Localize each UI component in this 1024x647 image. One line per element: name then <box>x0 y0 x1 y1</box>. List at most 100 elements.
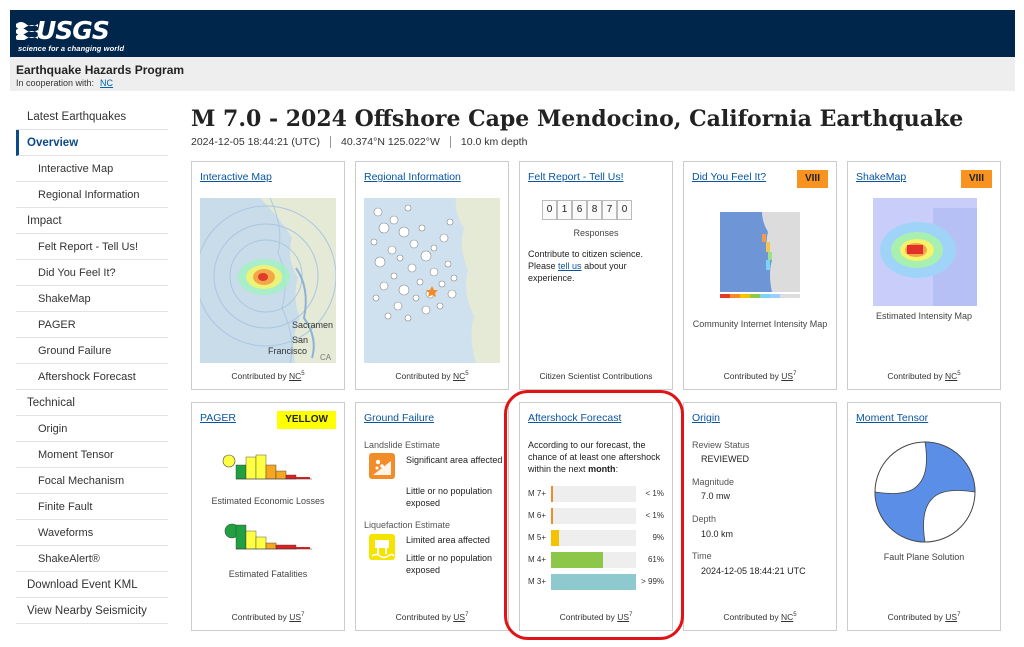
coop-link[interactable]: NC <box>100 78 113 88</box>
sidebar-item-shakealert[interactable]: ShakeAlert® <box>16 546 168 572</box>
card-title-link[interactable]: Felt Report - Tell Us! <box>528 171 624 183</box>
seismicity-marker <box>398 284 410 296</box>
card-moment-tensor[interactable]: Moment Tensor Fault Plane Solution Contr… <box>847 402 1001 631</box>
event-time: 2024-12-05 18:44:21 (UTC) <box>191 136 320 148</box>
interactive-map-thumbnail[interactable]: Sacramen San Francisco CA <box>200 198 336 363</box>
card-title-link[interactable]: Origin <box>692 412 720 424</box>
seismicity-marker <box>412 294 420 302</box>
page-title: M 7.0 - 2024 Offshore Cape Mendocino, Ca… <box>191 106 964 132</box>
seismicity-marker <box>390 272 398 280</box>
sidebar-item-ground-failure[interactable]: Ground Failure <box>16 338 168 364</box>
seismicity-marker <box>439 233 449 243</box>
contributor-link[interactable]: US <box>289 612 301 622</box>
review-status-value: REVIEWED <box>701 454 750 464</box>
review-status-label: Review Status <box>692 440 750 450</box>
map-label-francisco: Francisco <box>268 346 307 356</box>
sidebar-item-felt-report-tell-us[interactable]: Felt Report - Tell Us! <box>16 234 168 260</box>
beachball-diagram[interactable] <box>872 439 978 545</box>
counter-digit: 7 <box>602 200 617 220</box>
magnitude-value: 7.0 mw <box>701 491 731 501</box>
seismicity-marker <box>372 294 380 302</box>
sidebar-item-finite-fault[interactable]: Finite Fault <box>16 494 168 520</box>
card-footer: Contributed by US7 <box>723 371 797 381</box>
sidebar-item-technical[interactable]: Technical <box>16 390 168 416</box>
sidebar-item-impact[interactable]: Impact <box>16 208 168 234</box>
counter-digit: 8 <box>587 200 602 220</box>
sidebar-item-did-you-feel-it[interactable]: Did You Feel It? <box>16 260 168 286</box>
sidebar-item-moment-tensor[interactable]: Moment Tensor <box>16 442 168 468</box>
sidebar-item-overview[interactable]: Overview <box>16 130 168 156</box>
liquefaction-icon <box>369 534 395 560</box>
card-shakemap[interactable]: ShakeMap VIII Estimated Intensity Map Co… <box>847 161 1001 390</box>
card-pager[interactable]: PAGER YELLOW Estimated Economic Losses E… <box>191 402 345 631</box>
seismicity-marker <box>393 301 403 311</box>
seismicity-marker <box>429 267 439 277</box>
fatalities-caption: Estimated Fatalities <box>228 569 308 579</box>
fatalities-histogram <box>224 523 312 550</box>
usgs-wave-icon <box>16 22 38 40</box>
card-title-link[interactable]: Ground Failure <box>364 412 434 424</box>
sidebar-item-regional-information[interactable]: Regional Information <box>16 182 168 208</box>
contributor-link[interactable]: US <box>781 371 793 381</box>
card-regional-information[interactable]: Regional Information Contributed by NC5 <box>355 161 509 390</box>
sidebar-item-waveforms[interactable]: Waveforms <box>16 520 168 546</box>
seismicity-marker <box>430 244 438 252</box>
response-counter: 016870 <box>542 200 632 220</box>
card-footer: Contributed by US7 <box>395 612 469 622</box>
sidebar-item-pager[interactable]: PAGER <box>16 312 168 338</box>
card-title-link[interactable]: Moment Tensor <box>856 412 928 424</box>
counter-digit: 0 <box>617 200 632 220</box>
contributor-link[interactable]: NC <box>289 371 301 381</box>
sidebar-item-origin[interactable]: Origin <box>16 416 168 442</box>
seismicity-marker <box>447 289 457 299</box>
seismicity-marker <box>374 256 386 268</box>
counter-digit: 1 <box>557 200 572 220</box>
card-ground-failure[interactable]: Ground Failure Landslide Estimate Signif… <box>355 402 509 631</box>
magnitude-label: Magnitude <box>692 477 735 487</box>
card-title-link[interactable]: Regional Information <box>364 171 461 183</box>
contributor-link[interactable]: NC <box>945 371 957 381</box>
shakemap-caption: Estimated Intensity Map <box>875 311 973 321</box>
sidebar-item-view-nearby-seismicity[interactable]: View Nearby Seismicity <box>16 598 168 624</box>
dyfi-map-thumbnail[interactable] <box>710 204 802 304</box>
landslide-area: Significant area affected <box>406 455 503 465</box>
card-origin[interactable]: Origin Review Status REVIEWED Magnitude … <box>683 402 837 631</box>
landslide-icon <box>369 453 395 479</box>
seismicity-marker <box>384 312 392 320</box>
contributor-link[interactable]: NC <box>781 612 793 622</box>
map-label-san: San <box>292 335 308 345</box>
sidebar-item-download-event-kml[interactable]: Download Event KML <box>16 572 168 598</box>
usgs-logo[interactable]: USGS science for a changing world <box>16 16 126 56</box>
site-header: USGS science for a changing world <box>10 10 1015 57</box>
card-title-link[interactable]: Did You Feel It? <box>692 171 766 183</box>
program-name[interactable]: Earthquake Hazards Program <box>16 63 184 77</box>
regional-map-thumbnail[interactable] <box>364 198 500 363</box>
sidebar-nav: Latest Earthquakes Overview Interactive Ma… <box>16 104 168 624</box>
economic-losses-histogram <box>222 454 312 480</box>
seismicity-marker <box>416 278 424 286</box>
card-felt-report[interactable]: Felt Report - Tell Us! 016870 Responses … <box>519 161 673 390</box>
sidebar-item-shakemap[interactable]: ShakeMap <box>16 286 168 312</box>
sidebar-item-interactive-map[interactable]: Interactive Map <box>16 156 168 182</box>
card-title-link[interactable]: ShakeMap <box>856 171 906 183</box>
card-did-you-feel-it[interactable]: Did You Feel It? VIII Community Internet… <box>683 161 837 390</box>
tell-us-link[interactable]: tell us <box>558 261 582 271</box>
card-title-link[interactable]: Interactive Map <box>200 171 272 183</box>
contributor-link[interactable]: US <box>945 612 957 622</box>
intensity-badge: VIII <box>796 170 828 188</box>
card-title-link[interactable]: PAGER <box>200 412 236 424</box>
time-value: 2024-12-05 18:44:21 UTC <box>701 566 806 576</box>
event-location: 40.374°N 125.022°W <box>341 136 440 148</box>
divider <box>330 136 331 149</box>
card-interactive-map[interactable]: Interactive Map Sacramen San Francisco C… <box>191 161 345 390</box>
cooperation-note: In cooperation with: NC <box>16 78 113 88</box>
seismicity-marker <box>438 280 446 288</box>
sidebar-item-focal-mechanism[interactable]: Focal Mechanism <box>16 468 168 494</box>
seismicity-marker <box>409 239 419 249</box>
sidebar-item-aftershock-forecast[interactable]: Aftershock Forecast <box>16 364 168 390</box>
contributor-link[interactable]: NC <box>453 371 465 381</box>
contributor-link[interactable]: US <box>453 612 465 622</box>
sidebar-item-latest-earthquakes[interactable]: Latest Earthquakes <box>16 104 168 130</box>
shakemap-thumbnail[interactable] <box>873 198 977 306</box>
responses-label: Responses <box>573 228 619 238</box>
